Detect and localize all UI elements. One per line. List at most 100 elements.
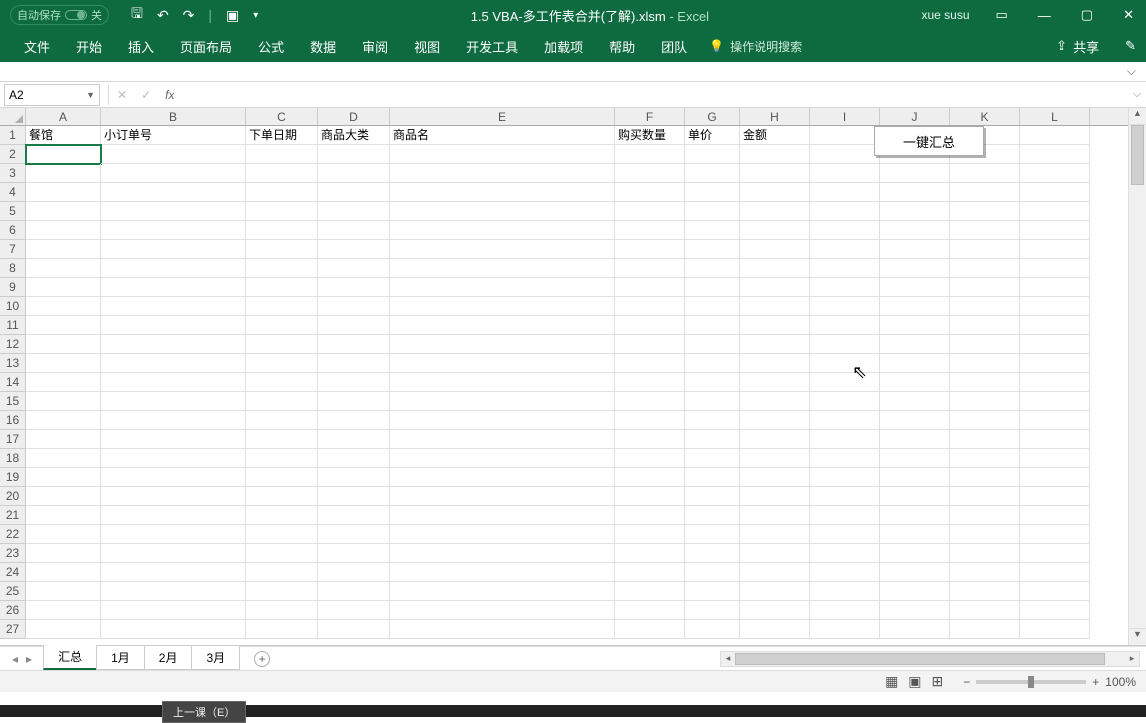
cell-I13[interactable] bbox=[810, 354, 880, 373]
cell-B22[interactable] bbox=[101, 525, 246, 544]
cell-E17[interactable] bbox=[390, 430, 615, 449]
cell-G27[interactable] bbox=[685, 620, 740, 639]
hscroll-track[interactable] bbox=[735, 653, 1125, 665]
cell-B25[interactable] bbox=[101, 582, 246, 601]
cell-H22[interactable] bbox=[740, 525, 810, 544]
cell-A10[interactable] bbox=[26, 297, 101, 316]
cell-C6[interactable] bbox=[246, 221, 318, 240]
cell-K8[interactable] bbox=[950, 259, 1020, 278]
cell-E22[interactable] bbox=[390, 525, 615, 544]
cell-L7[interactable] bbox=[1020, 240, 1090, 259]
cell-H24[interactable] bbox=[740, 563, 810, 582]
cell-L10[interactable] bbox=[1020, 297, 1090, 316]
cell-L18[interactable] bbox=[1020, 449, 1090, 468]
cell-K6[interactable] bbox=[950, 221, 1020, 240]
cell-F5[interactable] bbox=[615, 202, 685, 221]
cell-A21[interactable] bbox=[26, 506, 101, 525]
cell-A4[interactable] bbox=[26, 183, 101, 202]
cell-L20[interactable] bbox=[1020, 487, 1090, 506]
cell-I27[interactable] bbox=[810, 620, 880, 639]
ribbon-tab-页面布局[interactable]: 页面布局 bbox=[168, 33, 244, 60]
name-box[interactable]: A2 ▼ bbox=[4, 84, 100, 106]
cell-C10[interactable] bbox=[246, 297, 318, 316]
cell-J11[interactable] bbox=[880, 316, 950, 335]
cell-J3[interactable] bbox=[880, 164, 950, 183]
cell-D10[interactable] bbox=[318, 297, 390, 316]
hscroll-thumb[interactable] bbox=[735, 653, 1105, 665]
column-headers[interactable]: ABCDEFGHIJKL bbox=[26, 108, 1128, 126]
cell-F12[interactable] bbox=[615, 335, 685, 354]
cell-I22[interactable] bbox=[810, 525, 880, 544]
cell-D12[interactable] bbox=[318, 335, 390, 354]
cell-J17[interactable] bbox=[880, 430, 950, 449]
cell-H19[interactable] bbox=[740, 468, 810, 487]
cell-F6[interactable] bbox=[615, 221, 685, 240]
cell-G3[interactable] bbox=[685, 164, 740, 183]
cell-C18[interactable] bbox=[246, 449, 318, 468]
cell-H13[interactable] bbox=[740, 354, 810, 373]
cell-H14[interactable] bbox=[740, 373, 810, 392]
cell-F8[interactable] bbox=[615, 259, 685, 278]
row-header-20[interactable]: 20 bbox=[0, 487, 25, 506]
cell-F7[interactable] bbox=[615, 240, 685, 259]
row-header-8[interactable]: 8 bbox=[0, 259, 25, 278]
col-header-K[interactable]: K bbox=[950, 108, 1020, 125]
cell-G19[interactable] bbox=[685, 468, 740, 487]
ribbon-tab-帮助[interactable]: 帮助 bbox=[597, 33, 647, 60]
cell-F3[interactable] bbox=[615, 164, 685, 183]
cell-G6[interactable] bbox=[685, 221, 740, 240]
cell-I17[interactable] bbox=[810, 430, 880, 449]
cell-L6[interactable] bbox=[1020, 221, 1090, 240]
cell-L4[interactable] bbox=[1020, 183, 1090, 202]
undo-icon[interactable]: ↶ bbox=[157, 7, 169, 24]
cell-J13[interactable] bbox=[880, 354, 950, 373]
cell-J22[interactable] bbox=[880, 525, 950, 544]
ribbon-options-icon[interactable]: ▭ bbox=[992, 7, 1012, 23]
cell-J23[interactable] bbox=[880, 544, 950, 563]
cell-B21[interactable] bbox=[101, 506, 246, 525]
zoom-out-icon[interactable]: − bbox=[963, 675, 970, 689]
cell-L9[interactable] bbox=[1020, 278, 1090, 297]
cell-K23[interactable] bbox=[950, 544, 1020, 563]
cell-I5[interactable] bbox=[810, 202, 880, 221]
cell-K16[interactable] bbox=[950, 411, 1020, 430]
cell-J26[interactable] bbox=[880, 601, 950, 620]
cell-E6[interactable] bbox=[390, 221, 615, 240]
cell-A3[interactable] bbox=[26, 164, 101, 183]
cell-J15[interactable] bbox=[880, 392, 950, 411]
cell-A2[interactable] bbox=[26, 145, 101, 164]
col-header-J[interactable]: J bbox=[880, 108, 950, 125]
cell-I6[interactable] bbox=[810, 221, 880, 240]
cell-B13[interactable] bbox=[101, 354, 246, 373]
cell-I8[interactable] bbox=[810, 259, 880, 278]
cell-A1[interactable]: 餐馆 bbox=[26, 126, 101, 145]
cell-K11[interactable] bbox=[950, 316, 1020, 335]
col-header-H[interactable]: H bbox=[740, 108, 810, 125]
cell-D8[interactable] bbox=[318, 259, 390, 278]
cell-F18[interactable] bbox=[615, 449, 685, 468]
cell-C8[interactable] bbox=[246, 259, 318, 278]
cell-J25[interactable] bbox=[880, 582, 950, 601]
cell-K20[interactable] bbox=[950, 487, 1020, 506]
cell-K5[interactable] bbox=[950, 202, 1020, 221]
cell-G21[interactable] bbox=[685, 506, 740, 525]
cell-C4[interactable] bbox=[246, 183, 318, 202]
cell-G25[interactable] bbox=[685, 582, 740, 601]
row-header-3[interactable]: 3 bbox=[0, 164, 25, 183]
cell-D18[interactable] bbox=[318, 449, 390, 468]
cell-I3[interactable] bbox=[810, 164, 880, 183]
cell-A24[interactable] bbox=[26, 563, 101, 582]
cell-H3[interactable] bbox=[740, 164, 810, 183]
cell-K3[interactable] bbox=[950, 164, 1020, 183]
cell-F21[interactable] bbox=[615, 506, 685, 525]
cell-L13[interactable] bbox=[1020, 354, 1090, 373]
cell-I11[interactable] bbox=[810, 316, 880, 335]
cell-A15[interactable] bbox=[26, 392, 101, 411]
formula-input[interactable] bbox=[174, 84, 1128, 106]
cells-area[interactable]: 餐馆小订单号下单日期商品大类商品名购买数量单价金额 bbox=[26, 126, 1128, 645]
cell-I20[interactable] bbox=[810, 487, 880, 506]
col-header-D[interactable]: D bbox=[318, 108, 390, 125]
cell-E3[interactable] bbox=[390, 164, 615, 183]
row-header-7[interactable]: 7 bbox=[0, 240, 25, 259]
cell-A9[interactable] bbox=[26, 278, 101, 297]
